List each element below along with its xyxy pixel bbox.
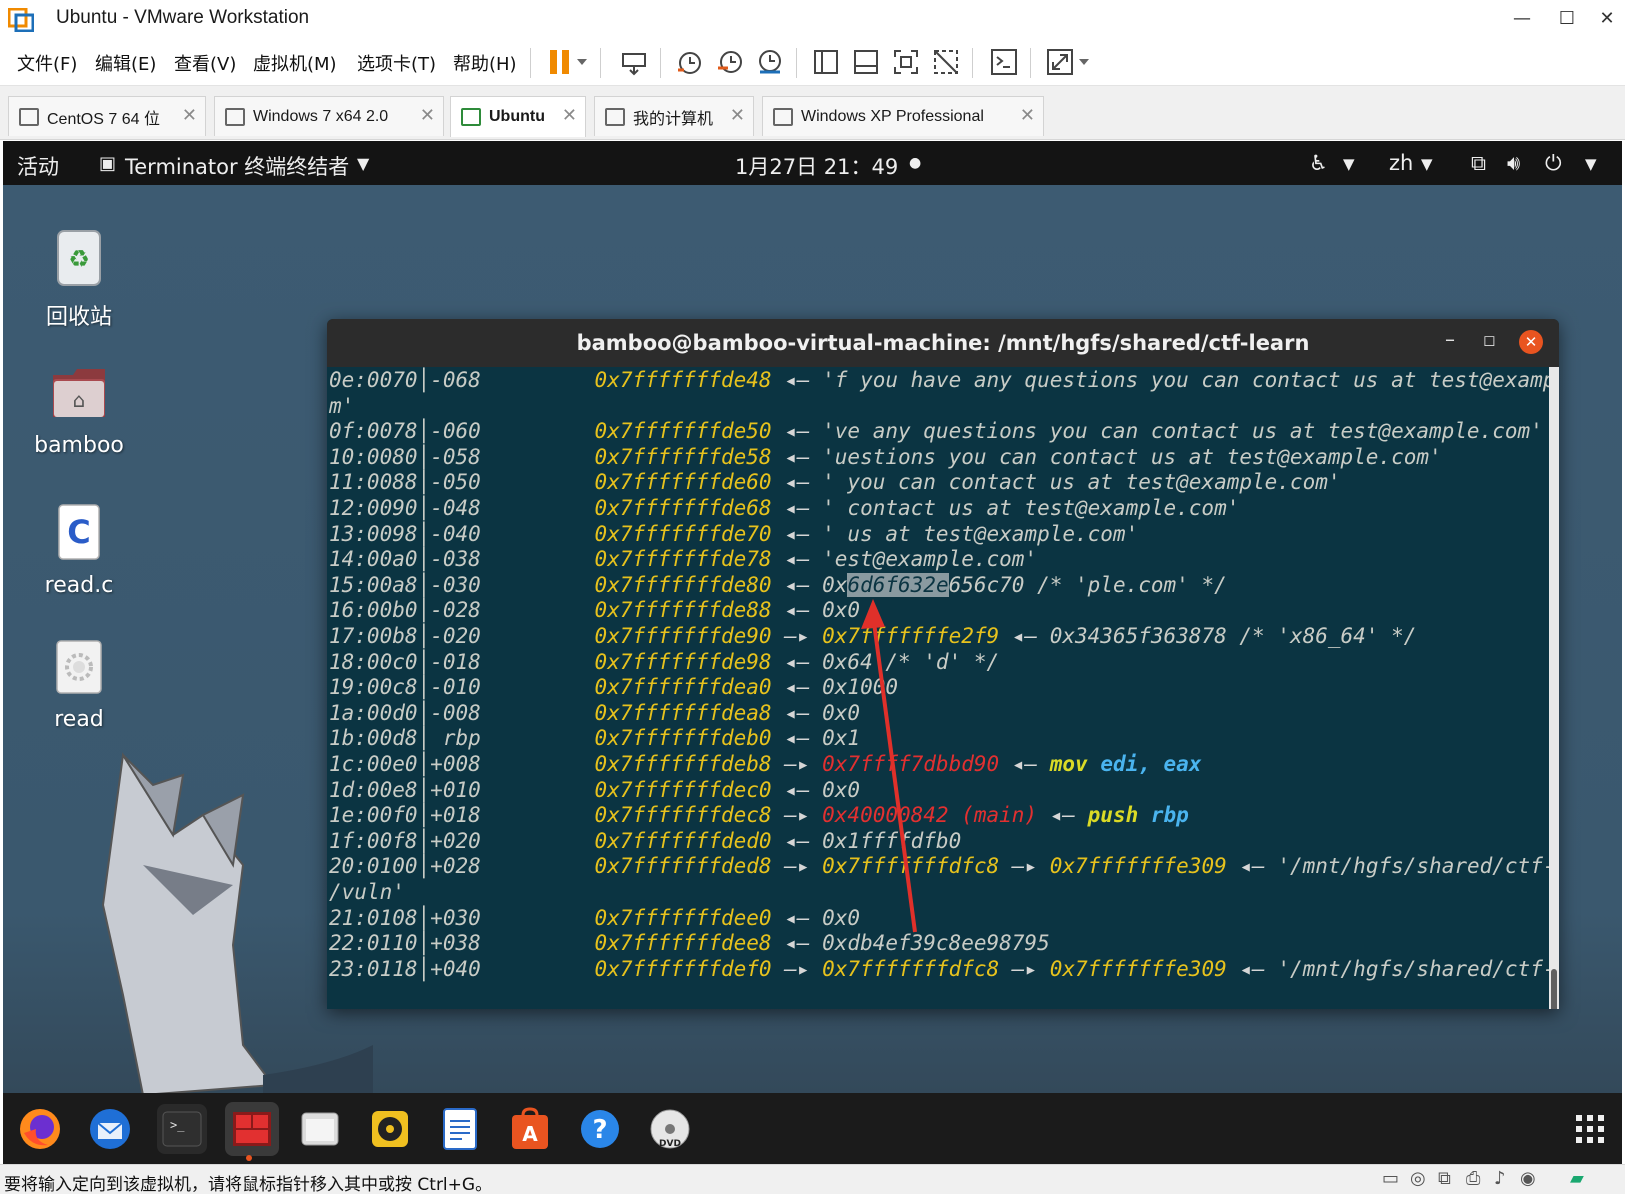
printer-icon[interactable]: ⎙ (1466, 1168, 1480, 1189)
tab-label: Windows 7 x64 2.0 (253, 107, 389, 125)
fullscreen-icon[interactable] (890, 46, 922, 78)
rhythmbox-icon[interactable] (365, 1104, 415, 1154)
help-icon[interactable]: ? (575, 1104, 625, 1154)
guest-display[interactable]: 活动 ▣ Terminator 终端终结者 ▼ 1月27日 21：49 ● ♿ … (3, 141, 1622, 1164)
language-dropdown-icon[interactable]: ▼ (1421, 155, 1433, 173)
tab-windows-xp[interactable]: Windows XP Professional ✕ (762, 96, 1044, 136)
ubuntu-dock: >_ A ? DVD (3, 1093, 1622, 1164)
menu-edit[interactable]: 编辑(E) (95, 50, 156, 76)
toolbar-separator (1030, 48, 1031, 78)
menu-file[interactable]: 文件(F) (17, 50, 77, 76)
show-thumbnail-icon[interactable] (850, 46, 882, 78)
minimize-button[interactable]: — (1505, 4, 1539, 34)
accessibility-dropdown-icon[interactable]: ▼ (1343, 155, 1355, 173)
stretch-dropdown-icon[interactable] (1074, 46, 1094, 78)
close-tab-icon[interactable]: ✕ (420, 105, 435, 126)
tab-label: 我的计算机 (633, 110, 714, 128)
tab-label: Windows XP Professional (801, 107, 984, 125)
cd-dvd-icon[interactable]: ◎ (1410, 1168, 1426, 1189)
close-tab-icon[interactable]: ✕ (562, 105, 577, 126)
hard-disk-icon[interactable]: ▭ (1382, 1168, 1399, 1189)
menu-toolbar: 文件(F) 编辑(E) 查看(V) 虚拟机(M) 选项卡(T) 帮助(H) (0, 38, 1625, 86)
app-store-icon[interactable]: A (505, 1104, 555, 1154)
close-window-button[interactable]: ✕ (1590, 4, 1624, 34)
vm-icon (225, 107, 245, 126)
terminal-icon[interactable]: >_ (157, 1104, 207, 1154)
menu-tabs[interactable]: 选项卡(T) (357, 50, 436, 76)
maximize-button[interactable]: ☐ (1550, 4, 1584, 34)
dvd-icon[interactable]: DVD (645, 1104, 695, 1154)
clock[interactable]: 1月27日 21：49 (735, 151, 898, 181)
tab-centos[interactable]: CentOS 7 64 位 ✕ (8, 96, 206, 136)
writer-icon[interactable] (435, 1104, 485, 1154)
power-icon[interactable]: ⏻ (1545, 151, 1562, 176)
revert-snapshot-icon[interactable] (714, 46, 746, 78)
close-tab-icon[interactable]: ✕ (730, 105, 745, 126)
activities-button[interactable]: 活动 (17, 151, 59, 181)
tab-label: CentOS 7 64 位 (47, 110, 160, 128)
toolbar-separator (972, 48, 973, 78)
send-ctrl-alt-del-icon[interactable] (618, 46, 650, 78)
status-bar: 要将输入定向到该虚拟机，请将鼠标指针移入其中或按 Ctrl+G。 ▭ ◎ ⧉ ⎙… (0, 1164, 1625, 1194)
stretch-guest-icon[interactable] (1044, 46, 1076, 78)
accessibility-icon[interactable]: ♿ (1309, 151, 1328, 175)
usb-icon[interactable]: ◉ (1520, 1168, 1536, 1189)
running-app-indicator (246, 1155, 252, 1161)
window-title: Ubuntu - VMware Workstation (56, 7, 310, 28)
tab-ubuntu[interactable]: Ubuntu ✕ (450, 96, 586, 137)
terminal-app-icon: ▣ (99, 153, 117, 174)
computer-icon (605, 107, 625, 126)
svg-text:DVD: DVD (659, 1139, 681, 1149)
show-applications-icon[interactable] (1565, 1104, 1615, 1154)
system-menu-dropdown-icon[interactable]: ▼ (1585, 155, 1597, 173)
vm-tab-strip: CentOS 7 64 位 ✕ Windows 7 x64 2.0 ✕ Ubun… (0, 86, 1625, 140)
message-log-icon[interactable]: ▰ (1570, 1168, 1584, 1189)
menu-vm[interactable]: 虚拟机(M) (253, 50, 337, 76)
tab-my-computer[interactable]: 我的计算机 ✕ (594, 96, 754, 136)
snapshot-manager-icon[interactable] (754, 46, 786, 78)
menu-view[interactable]: 查看(V) (174, 50, 236, 76)
terminator-icon[interactable] (225, 1102, 279, 1156)
console-view-icon[interactable] (988, 46, 1020, 78)
tab-windows-7[interactable]: Windows 7 x64 2.0 ✕ (214, 96, 444, 136)
files-icon[interactable] (295, 1104, 345, 1154)
network-adapter-icon[interactable]: ⧉ (1438, 1168, 1451, 1189)
vmware-logo-icon (8, 8, 34, 32)
toolbar-separator (796, 48, 797, 78)
status-message: 要将输入定向到该虚拟机，请将鼠标指针移入其中或按 Ctrl+G。 (4, 1175, 493, 1194)
app-menu-arrow-icon[interactable]: ▼ (357, 154, 369, 173)
input-language[interactable]: zh (1389, 151, 1413, 175)
show-library-icon[interactable] (810, 46, 842, 78)
notification-dot-icon: ● (909, 155, 922, 171)
svg-text:>_: >_ (170, 1118, 185, 1132)
network-icon[interactable]: ⧉ (1471, 151, 1486, 176)
window-titlebar: Ubuntu - VMware Workstation — ☐ ✕ (0, 0, 1625, 38)
vm-icon (19, 107, 39, 126)
pause-dropdown-icon[interactable] (572, 46, 592, 78)
close-tab-icon[interactable]: ✕ (1020, 105, 1035, 126)
red-annotation-arrow (861, 599, 917, 933)
toolbar-separator (660, 48, 661, 78)
snapshot-icon[interactable] (674, 46, 706, 78)
svg-text:A: A (522, 1122, 538, 1146)
unity-mode-icon[interactable] (930, 46, 962, 78)
close-tab-icon[interactable]: ✕ (182, 105, 197, 126)
vm-running-icon (461, 108, 481, 126)
thunderbird-icon[interactable] (85, 1104, 135, 1154)
app-menu[interactable]: Terminator 终端终结者 (125, 151, 349, 181)
sound-card-icon[interactable]: ♪ (1494, 1168, 1506, 1189)
desktop[interactable]: ♻ 回收站 ⌂ bamboo C read.c read bamboo@bamb… (3, 185, 1622, 1105)
menu-help[interactable]: 帮助(H) (453, 50, 517, 76)
firefox-icon[interactable] (15, 1104, 65, 1154)
toolbar-separator (530, 48, 531, 78)
tab-label: Ubuntu (489, 108, 545, 125)
toolbar-separator (600, 48, 601, 78)
svg-text:?: ? (592, 1115, 607, 1145)
gnome-top-bar: 活动 ▣ Terminator 终端终结者 ▼ 1月27日 21：49 ● ♿ … (3, 141, 1622, 185)
vm-icon (773, 107, 793, 126)
volume-icon[interactable]: 🔊︎ (1507, 151, 1520, 176)
